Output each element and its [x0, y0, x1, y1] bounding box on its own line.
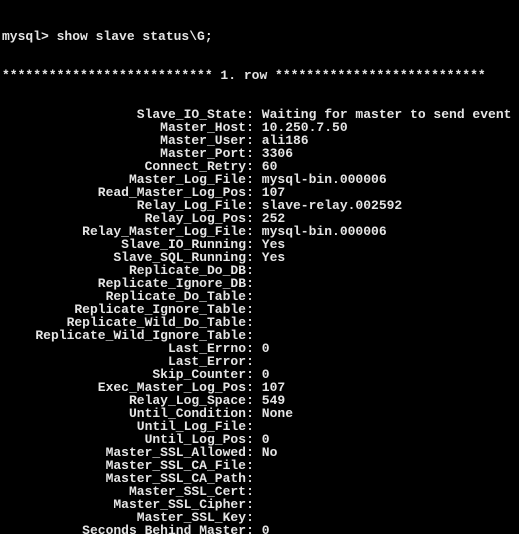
status-value	[254, 511, 517, 524]
status-value	[254, 498, 517, 511]
status-label: Seconds_Behind_Master	[2, 524, 246, 534]
status-value: Yes	[254, 238, 517, 251]
status-value	[254, 329, 517, 342]
status-value: 0	[254, 368, 517, 381]
status-value: Yes	[254, 251, 517, 264]
status-value: mysql-bin.000006	[254, 225, 517, 238]
terminal-output: mysql> show slave status\G; ************…	[0, 0, 519, 534]
status-value	[254, 264, 517, 277]
status-value	[254, 420, 517, 433]
status-value: 0	[254, 524, 517, 534]
status-row: Seconds_Behind_Master: 0	[2, 524, 517, 534]
status-value: mysql-bin.000006	[254, 173, 517, 186]
status-value	[254, 485, 517, 498]
status-value: slave-relay.002592	[254, 199, 517, 212]
status-value	[254, 303, 517, 316]
status-value: None	[254, 407, 517, 420]
status-separator: :	[246, 524, 254, 534]
status-value: 0	[254, 433, 517, 446]
status-value: 549	[254, 394, 517, 407]
status-value: ali186	[254, 134, 517, 147]
status-value	[254, 472, 517, 485]
status-value	[254, 290, 517, 303]
status-value: 0	[254, 342, 517, 355]
status-value	[254, 277, 517, 290]
prompt-line: mysql> show slave status\G;	[2, 30, 517, 43]
status-value	[254, 355, 517, 368]
row-header: *************************** 1. row *****…	[2, 69, 517, 82]
status-value	[254, 459, 517, 472]
status-value: 3306	[254, 147, 517, 160]
status-value: 107	[254, 381, 517, 394]
status-value: No	[254, 446, 517, 459]
status-value	[254, 316, 517, 329]
